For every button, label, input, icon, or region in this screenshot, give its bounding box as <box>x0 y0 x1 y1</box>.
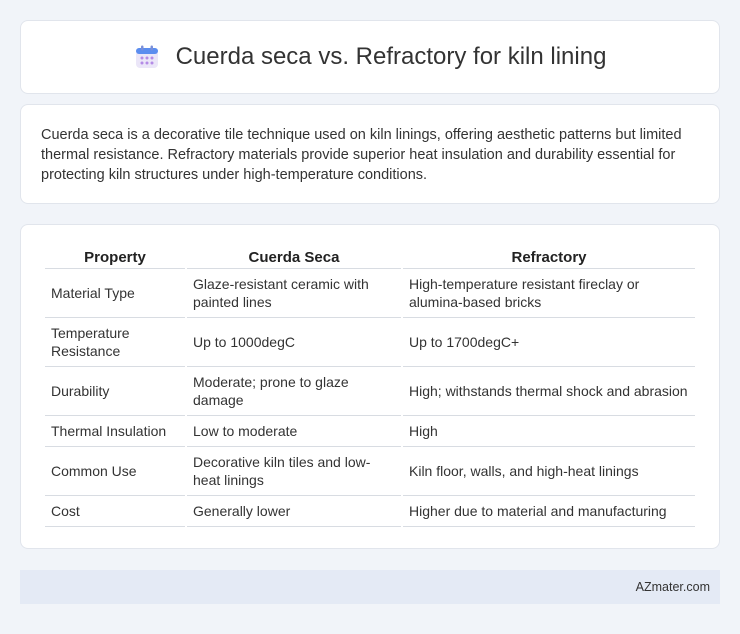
header-property: Property <box>45 245 185 269</box>
calendar-icon <box>134 44 160 70</box>
page-title: Cuerda seca vs. Refractory for kiln lini… <box>175 43 607 70</box>
comparison-table: Property Cuerda Seca Refractory Material… <box>43 245 697 527</box>
row-cuerda-seca: Decorative kiln tiles and low-heat linin… <box>187 447 401 496</box>
row-refractory: High; withstands thermal shock and abras… <box>403 367 695 416</box>
table-row: Material Type Glaze-resistant ceramic wi… <box>45 269 695 318</box>
row-refractory: High-temperature resistant fireclay or a… <box>403 269 695 318</box>
row-property: Material Type <box>45 269 185 318</box>
row-property: Common Use <box>45 447 185 496</box>
footer-brand[interactable]: AZmater.com <box>636 580 710 594</box>
row-property: Thermal Insulation <box>45 416 185 447</box>
row-cuerda-seca: Low to moderate <box>187 416 401 447</box>
table-row: Cost Generally lower Higher due to mater… <box>45 496 695 527</box>
row-property: Cost <box>45 496 185 527</box>
row-property: Durability <box>45 367 185 416</box>
comparison-table-card: Property Cuerda Seca Refractory Material… <box>20 224 720 549</box>
row-cuerda-seca: Generally lower <box>187 496 401 527</box>
row-refractory: Kiln floor, walls, and high-heat linings <box>403 447 695 496</box>
row-cuerda-seca: Glaze-resistant ceramic with painted lin… <box>187 269 401 318</box>
header-cuerda-seca: Cuerda Seca <box>187 245 401 269</box>
row-property: Temperature Resistance <box>45 318 185 367</box>
row-refractory: Higher due to material and manufacturing <box>403 496 695 527</box>
table-row: Temperature Resistance Up to 1000degC Up… <box>45 318 695 367</box>
row-cuerda-seca: Moderate; prone to glaze damage <box>187 367 401 416</box>
intro-card: Cuerda seca is a decorative tile techniq… <box>20 104 720 204</box>
table-row: Thermal Insulation Low to moderate High <box>45 416 695 447</box>
row-refractory: High <box>403 416 695 447</box>
footer: AZmater.com <box>20 570 720 604</box>
header-refractory: Refractory <box>403 245 695 269</box>
row-cuerda-seca: Up to 1000degC <box>187 318 401 367</box>
title-card: Cuerda seca vs. Refractory for kiln lini… <box>20 20 720 94</box>
table-row: Common Use Decorative kiln tiles and low… <box>45 447 695 496</box>
table-row: Durability Moderate; prone to glaze dama… <box>45 367 695 416</box>
table-header-row: Property Cuerda Seca Refractory <box>45 245 695 269</box>
intro-text: Cuerda seca is a decorative tile techniq… <box>41 127 682 183</box>
row-refractory: Up to 1700degC+ <box>403 318 695 367</box>
